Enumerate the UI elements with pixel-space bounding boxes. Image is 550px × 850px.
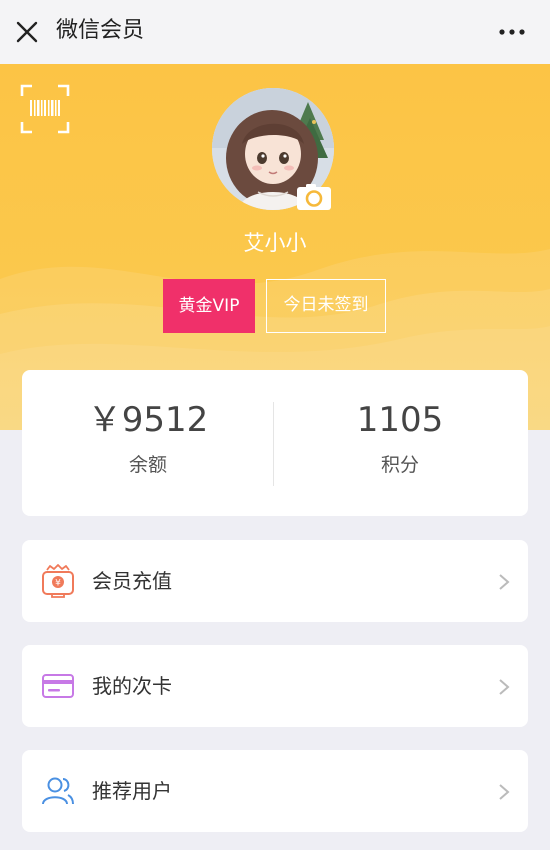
close-icon[interactable] xyxy=(16,21,38,43)
menu-item-punch-card[interactable]: 我的次卡 xyxy=(22,645,528,727)
scan-barcode-icon[interactable] xyxy=(20,84,70,134)
balance-label: 余额 xyxy=(128,454,167,476)
user-name: 艾小小 xyxy=(243,231,307,255)
chevron-right-icon xyxy=(499,679,510,695)
title-bar: 微信会员 xyxy=(0,0,550,64)
points-label: 积分 xyxy=(380,454,419,476)
balance-value: ￥9512 xyxy=(87,400,209,440)
users-icon xyxy=(42,777,74,805)
menu-label-punch-card: 我的次卡 xyxy=(92,674,172,698)
card-icon xyxy=(42,674,74,698)
page-title: 微信会员 xyxy=(56,18,145,43)
points-value: 1105 xyxy=(356,400,444,440)
menu-item-refer-users[interactable]: 推荐用户 xyxy=(22,750,528,832)
more-icon[interactable] xyxy=(498,24,526,40)
chevron-right-icon xyxy=(499,574,510,590)
recharge-icon: ¥ xyxy=(42,564,74,598)
daily-signin-button[interactable]: 今日未签到 xyxy=(266,279,386,333)
stats-card: ￥9512 余额 1105 积分 xyxy=(22,370,528,516)
points-stat[interactable]: 1105 积分 xyxy=(274,370,526,516)
camera-icon[interactable] xyxy=(296,183,332,211)
menu-label-recharge: 会员充值 xyxy=(92,569,172,593)
balance-stat[interactable]: ￥9512 余额 xyxy=(22,370,274,516)
menu-item-recharge[interactable]: ¥ 会员充值 xyxy=(22,540,528,622)
vip-level-badge: 黄金VIP xyxy=(163,279,255,333)
menu-label-refer-users: 推荐用户 xyxy=(92,779,172,803)
svg-text:¥: ¥ xyxy=(55,579,61,589)
chevron-right-icon xyxy=(499,784,510,800)
